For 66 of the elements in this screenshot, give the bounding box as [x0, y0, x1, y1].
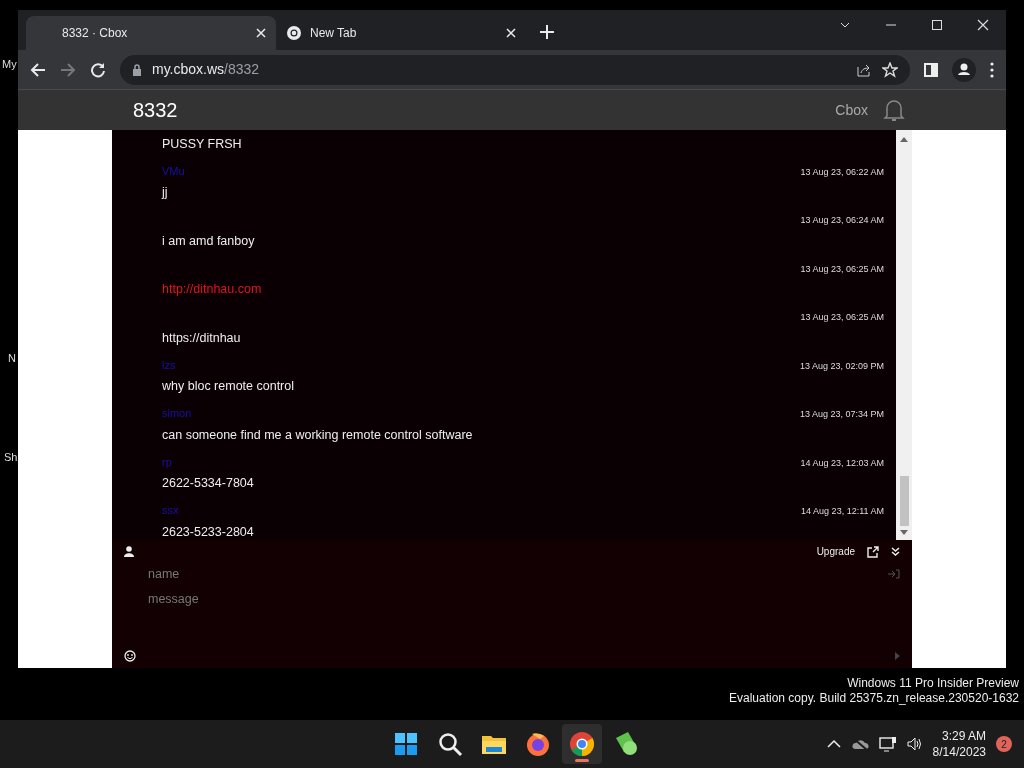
- start-icon: [392, 730, 420, 758]
- chrome-icon: [568, 730, 596, 758]
- maximize-icon[interactable]: [930, 18, 944, 32]
- scroll-up-icon[interactable]: [900, 136, 908, 142]
- new-tab-icon[interactable]: [540, 25, 554, 39]
- taskbar-button[interactable]: [562, 724, 602, 764]
- lock-icon: [132, 63, 142, 76]
- message-time: 14 Aug 23, 12:11 AM: [801, 505, 884, 518]
- upgrade-link[interactable]: Upgrade: [816, 544, 855, 559]
- close-icon[interactable]: [976, 18, 990, 32]
- message-text: 2622-5334-7804: [162, 475, 254, 492]
- message-text: 2623-5233-2804: [162, 523, 254, 540]
- bell-icon[interactable]: [882, 97, 906, 123]
- message-text: https://ditnhau: [162, 329, 241, 347]
- firefox-icon: [524, 730, 552, 758]
- external-link-icon[interactable]: [867, 545, 879, 558]
- scroll-down-icon[interactable]: [900, 530, 908, 536]
- message-time: 13 Aug 23, 06:25 AM: [800, 262, 884, 276]
- search-icon: [436, 730, 464, 758]
- name-field[interactable]: name: [148, 565, 448, 584]
- browser-tab[interactable]: 8332 · Cbox: [26, 16, 276, 50]
- scrollbar[interactable]: [896, 130, 912, 540]
- watermark-text: Evaluation copy. Build 25375.zn_release.230520-1632: [729, 691, 1019, 706]
- user-icon[interactable]: [124, 546, 134, 557]
- watermark-text: Windows 11 Pro Insider Preview: [846, 676, 1019, 691]
- message-time: 13 Aug 23, 02:09 PM: [799, 359, 884, 373]
- desktop-icon-label[interactable]: N: [8, 352, 16, 365]
- reload-icon[interactable]: [90, 61, 106, 78]
- message-text: i am amd fanboy: [162, 232, 255, 250]
- notification-badge[interactable]: 2: [996, 736, 1012, 752]
- volume-icon[interactable]: [906, 737, 923, 751]
- message-text: why bloc remote control: [162, 378, 294, 395]
- address-bar[interactable]: my.cbox.ws/8332: [120, 54, 910, 85]
- profile-icon[interactable]: [952, 57, 976, 82]
- menu-icon[interactable]: [990, 61, 994, 78]
- desktop-icon-label[interactable]: Sh: [4, 451, 18, 464]
- forward-icon[interactable]: [60, 61, 76, 78]
- back-icon[interactable]: [30, 61, 46, 78]
- site-title: 8332: [133, 98, 178, 123]
- url-text: my.cbox.ws/8332: [152, 60, 261, 79]
- chevron-up-icon[interactable]: [826, 739, 841, 749]
- message-field[interactable]: message: [148, 589, 448, 609]
- message-link[interactable]: http://ditnhau.com: [162, 280, 262, 299]
- star-icon[interactable]: [882, 61, 898, 78]
- desktop-icon-label[interactable]: My: [2, 58, 17, 71]
- message-time: 13 Aug 23, 06:25 AM: [800, 311, 884, 324]
- message-text: jj: [162, 184, 168, 201]
- message-time: 13 Aug 23, 06:24 AM: [800, 214, 884, 227]
- browser-tab[interactable]: New Tab: [276, 16, 526, 50]
- network-icon[interactable]: [878, 736, 897, 752]
- close-icon[interactable]: [506, 28, 516, 38]
- message-time: 13 Aug 23, 06:22 AM: [800, 165, 884, 179]
- login-icon[interactable]: [888, 569, 900, 580]
- scroll-thumb[interactable]: [899, 476, 909, 526]
- smiley-icon[interactable]: [124, 650, 136, 662]
- collapse-icon[interactable]: [891, 547, 900, 556]
- close-icon[interactable]: [256, 28, 266, 38]
- cloud-off-icon[interactable]: [850, 737, 869, 751]
- side-panel-icon[interactable]: [924, 62, 938, 77]
- brand-link[interactable]: Cbox: [835, 99, 868, 121]
- message-text: PUSSY FRSH: [162, 136, 242, 153]
- clock[interactable]: 3:29 AM 8/14/2023: [932, 728, 986, 760]
- message-text: can someone find me a working remote control software: [162, 426, 473, 444]
- message-time: 14 Aug 23, 12:03 AM: [800, 456, 884, 470]
- chrome-icon: [286, 25, 302, 41]
- message-time: 13 Aug 23, 07:34 PM: [799, 408, 884, 421]
